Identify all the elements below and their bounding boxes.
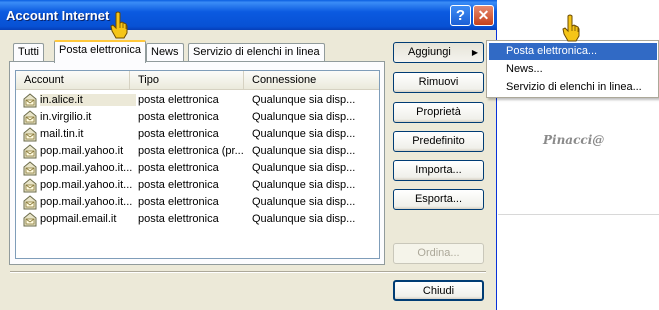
table-row[interactable]: in.virgilio.it posta elettronica Qualunque…: [16, 109, 379, 126]
cell-connessione: Qualunque sia disp...: [252, 179, 356, 191]
mail-account-icon: [23, 178, 37, 193]
predefinito-button[interactable]: Predefinito: [393, 131, 484, 152]
cell-tipo: posta elettronica: [138, 179, 219, 191]
importa-button[interactable]: Importa...: [393, 160, 484, 181]
rimuovi-button[interactable]: Rimuovi: [393, 72, 484, 93]
column-header-tipo[interactable]: Tipo: [130, 71, 244, 89]
proprieta-button[interactable]: Proprietà: [393, 102, 484, 123]
column-label: Tipo: [138, 74, 159, 86]
mail-account-icon: [23, 161, 37, 176]
window-title: Account Internet: [6, 8, 110, 23]
table-row[interactable]: pop.mail.yahoo.it... posta elettronica Qua…: [16, 160, 379, 177]
esporta-button[interactable]: Esporta...: [393, 189, 484, 210]
tab-label: News: [151, 46, 179, 58]
tab-posta-elettronica[interactable]: Posta elettronica: [54, 40, 146, 63]
button-label: Aggiungi: [408, 46, 451, 58]
cell-tipo: posta elettronica (pr...: [138, 145, 244, 157]
help-icon[interactable]: ?: [450, 5, 471, 26]
mail-account-icon: [23, 127, 37, 142]
cell-account: popmail.email.it: [40, 213, 117, 225]
cell-connessione: Qualunque sia disp...: [252, 196, 356, 208]
background-line: [498, 214, 659, 215]
cell-tipo: posta elettronica: [138, 162, 219, 174]
table-row[interactable]: popmail.email.it posta elettronica Qualunq…: [16, 211, 379, 228]
tab-label: Posta elettronica: [59, 44, 141, 56]
cell-connessione: Qualunque sia disp...: [252, 145, 356, 157]
ordina-button[interactable]: Ordina...: [393, 243, 484, 264]
aggiungi-submenu: Posta elettronica... News... Servizio di…: [486, 40, 659, 98]
cell-connessione: Qualunque sia disp...: [252, 213, 356, 225]
cell-connessione: Qualunque sia disp...: [252, 162, 356, 174]
cell-account: pop.mail.yahoo.it...: [40, 162, 133, 174]
cell-account: mail.tin.it: [40, 128, 84, 140]
cell-account: in.alice.it: [40, 94, 136, 106]
hand-cursor-icon: [562, 14, 580, 42]
mail-account-icon: [23, 144, 37, 159]
title-bar[interactable]: Account Internet ? ✕: [0, 0, 497, 30]
tab-label: Servizio di elenchi in linea: [193, 46, 320, 58]
menu-item-label: News...: [506, 63, 543, 75]
tab-label: Tutti: [18, 46, 39, 58]
column-label: Account: [24, 74, 64, 86]
aggiungi-button[interactable]: Aggiungi ▶: [393, 42, 484, 63]
tab-servizio-elenchi[interactable]: Servizio di elenchi in linea: [188, 43, 325, 61]
cell-tipo: posta elettronica: [138, 196, 219, 208]
cell-connessione: Qualunque sia disp...: [252, 111, 356, 123]
menu-item-news[interactable]: News...: [489, 61, 657, 78]
tab-tutti[interactable]: Tutti: [13, 43, 44, 61]
mail-account-icon: [23, 195, 37, 210]
cell-tipo: posta elettronica: [138, 213, 219, 225]
hand-cursor-icon: [110, 11, 128, 39]
close-icon[interactable]: ✕: [473, 5, 494, 26]
mail-account-icon: [23, 93, 37, 108]
cell-account: pop.mail.yahoo.it...: [40, 179, 133, 191]
cell-account: in.virgilio.it: [40, 111, 92, 123]
column-header-connessione[interactable]: Connessione: [244, 71, 379, 89]
table-row[interactable]: mail.tin.it posta elettronica Qualunque si…: [16, 126, 379, 143]
cell-connessione: Qualunque sia disp...: [252, 94, 356, 106]
mail-account-icon: [23, 212, 37, 227]
menu-item-label: Posta elettronica...: [506, 45, 598, 57]
menu-item-servizio-elenchi[interactable]: Servizio di elenchi in linea...: [489, 79, 657, 96]
watermark: Pinacci@: [543, 133, 605, 147]
table-row[interactable]: pop.mail.yahoo.it... posta elettronica Qua…: [16, 177, 379, 194]
menu-item-posta-elettronica[interactable]: Posta elettronica...: [489, 43, 657, 60]
cell-tipo: posta elettronica: [138, 128, 219, 140]
cell-tipo: posta elettronica: [138, 94, 219, 106]
column-header-account[interactable]: Account: [16, 71, 130, 89]
cell-connessione: Qualunque sia disp...: [252, 128, 356, 140]
table-row[interactable]: pop.mail.yahoo.it... posta elettronica Qua…: [16, 194, 379, 211]
table-row[interactable]: in.alice.it posta elettronica Qualunque si…: [16, 92, 379, 109]
cell-tipo: posta elettronica: [138, 111, 219, 123]
table-row[interactable]: pop.mail.yahoo.it posta elettronica (pr..…: [16, 143, 379, 160]
account-internet-dialog: Account Internet ? ✕ Tutti Posta elettro…: [0, 0, 497, 310]
tab-news[interactable]: News: [146, 43, 184, 61]
cell-account: pop.mail.yahoo.it: [40, 145, 124, 157]
separator: [10, 271, 486, 273]
cell-account: pop.mail.yahoo.it...: [40, 196, 133, 208]
column-label: Connessione: [252, 74, 317, 86]
list-header: Account Tipo Connessione: [16, 71, 379, 90]
submenu-arrow-icon: ▶: [471, 48, 478, 57]
mail-account-icon: [23, 110, 37, 125]
chiudi-button[interactable]: Chiudi: [393, 280, 484, 301]
menu-item-label: Servizio di elenchi in linea...: [506, 81, 642, 93]
